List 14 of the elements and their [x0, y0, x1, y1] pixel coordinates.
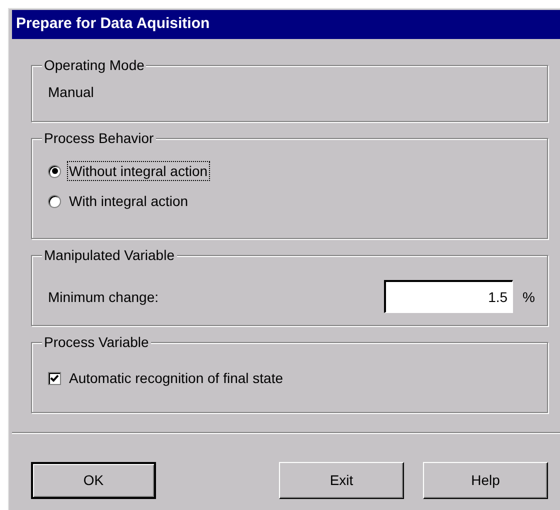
- operating-mode-value: Manual: [48, 83, 94, 101]
- radio-label[interactable]: Without integral action: [67, 161, 210, 181]
- unit-label: %: [522, 288, 535, 306]
- checkbox-label[interactable]: Automatic recognition of final state: [69, 369, 284, 387]
- radio-button[interactable]: [48, 164, 61, 178]
- checkbox[interactable]: [48, 372, 61, 384]
- radio-button[interactable]: [48, 194, 61, 208]
- minimum-change-field[interactable]: 1.5: [384, 280, 513, 313]
- dialog-button[interactable]: OK: [31, 462, 156, 499]
- field-label: Minimum change:: [48, 288, 158, 306]
- dialog-button[interactable]: Help: [423, 462, 548, 499]
- dialog-button[interactable]: Exit: [279, 462, 404, 499]
- window-title: Prepare for Data Aquisition: [12, 10, 560, 39]
- radio-label[interactable]: With integral action: [67, 191, 190, 211]
